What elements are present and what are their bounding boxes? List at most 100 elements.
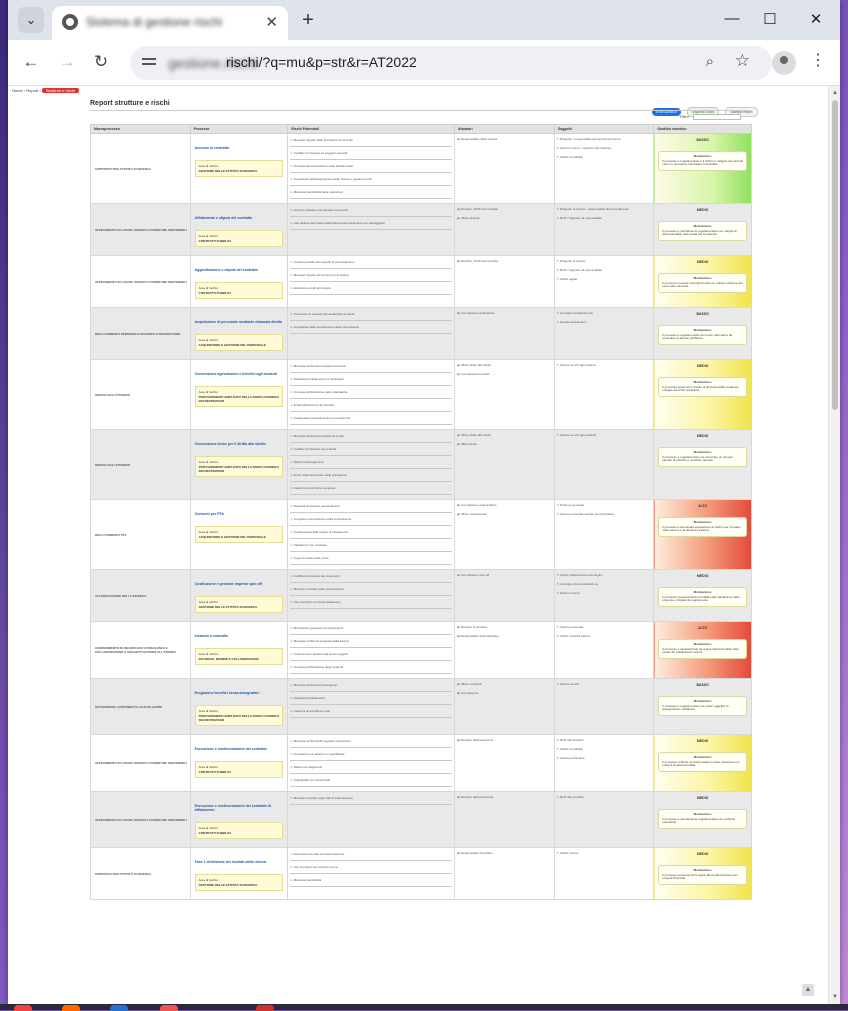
minimize-icon[interactable]: — <box>722 10 742 27</box>
cell-soggetti: Dirigente di settoreRUP / Supporto al re… <box>553 255 655 308</box>
filter-label: Filtro <box>680 114 689 120</box>
site-settings-icon[interactable] <box>142 55 158 71</box>
motivation-text: Il processo presenta un livello di discr… <box>662 384 740 393</box>
risk-item: Subappalto non autorizzato <box>290 776 453 787</box>
process-link[interactable]: Accesso al contratto <box>195 146 286 150</box>
table-row: RECLUTAMENTO PTA Concorsi per PTA Area di … <box>90 499 752 570</box>
risk-level-badge: MEDIO <box>696 739 709 743</box>
subject-item: Settore patrimonio <box>557 755 652 764</box>
cell-rischi: Motivazione generica sui presupposti Manc… <box>287 621 456 679</box>
risk-item: Uso improprio dei fondi di ricerca <box>290 863 453 874</box>
motivation-box: Motivazione: Il processo presenta rischi … <box>658 865 747 885</box>
menu-kebab-icon[interactable]: ⋮ <box>810 50 826 70</box>
process-link[interactable]: Aggiudicazione e stipula del contratto <box>195 268 286 272</box>
risk-item: Previsione di requisiti personalizzati n… <box>290 310 453 321</box>
process-link[interactable]: Esecuzione e rendicontazione del contrat… <box>195 804 286 812</box>
actor-item: Responsabile amministrativo <box>457 633 552 642</box>
cell-soggetti: Settore servizi agli studenti <box>553 359 655 430</box>
zoom-icon[interactable]: ⌕ <box>706 53 714 70</box>
back-arrow-icon[interactable]: ← <box>20 52 42 72</box>
risk-area-box: Area di rischio: PROVVEDIMENTI AMPLIATIVI… <box>194 705 284 726</box>
col-processo[interactable]: Processo <box>189 124 289 134</box>
cell-attuatori: Direttore di strutturaResponsabile ammin… <box>454 621 555 679</box>
cell-macroprocesso: SOVVENZIONI, CONTRIBUTI E AGEVOLAZIONI <box>90 678 191 735</box>
col-giudizio[interactable]: Giudizio sintetico <box>653 124 752 134</box>
process-link[interactable]: Incarichi a contratto <box>195 634 286 638</box>
subject-item: Ufficio legale <box>557 276 652 285</box>
process-link[interactable]: Concorsi per PTA <box>195 512 286 516</box>
scroll-up-icon[interactable]: ▲ <box>832 90 838 96</box>
motivation-text: Il processo presenta discrezionalità nel… <box>662 594 740 603</box>
subject-item: Consiglio di amministrazione <box>557 581 652 590</box>
col-soggetti[interactable]: Soggetti <box>553 124 655 134</box>
risk-item: Accordo collusivo tra operatori economic… <box>290 206 453 217</box>
scroll-down-icon[interactable]: ▼ <box>832 994 838 1000</box>
cell-soggetti: RUP del contrattoUfficio contabilitàSett… <box>553 734 655 792</box>
risk-item: Irregolare composizione della commission… <box>290 515 453 526</box>
vertical-scrollbar[interactable]: ▲ ▼ <box>828 86 840 1004</box>
risk-item: Disparità di trattamento tra richiedenti <box>290 375 453 386</box>
maximize-icon[interactable]: ☐ <box>760 10 780 28</box>
table-row: SUPPORTO PER ATTIVITÀ DI RICERCA Fase 1 d… <box>90 847 752 900</box>
risk-item: Mancata tracciabilità delle operazioni <box>290 188 453 199</box>
risk-level-badge: BASSO <box>696 138 709 142</box>
taskbar-app-icon[interactable] <box>256 1005 274 1011</box>
scrollbar-thumb[interactable] <box>832 100 838 410</box>
taskbar-app-icon[interactable] <box>110 1005 128 1011</box>
process-link[interactable]: Affidamento e stipula del contratto <box>195 216 286 220</box>
browser-toolbar: ← → ↻ gestione.rischi rischi/?q=mu&p=str… <box>8 40 840 86</box>
actor-item: Ufficio borse <box>457 441 552 450</box>
url-path[interactable]: rischi/?q=mu&p=str&r=AT2022 <box>226 54 417 70</box>
profile-avatar[interactable] <box>772 51 796 75</box>
close-window-icon[interactable]: ✕ <box>806 10 826 28</box>
risk-area-label: Area di rischio: <box>198 765 219 769</box>
address-bar[interactable]: gestione.rischi rischi/?q=mu&p=str&r=AT2… <box>130 46 772 80</box>
process-link[interactable]: Concessione borse per il diritto allo st… <box>195 442 286 446</box>
risk-item: Verifica parziale dei requisiti di parte… <box>290 258 453 269</box>
col-attuatori[interactable]: Attuatori <box>454 124 555 134</box>
risk-area-value: PROVVEDIMENTI AMPLIATIVI DELLA SFERA GIU… <box>198 395 279 403</box>
motivation-box: Motivazione: Il processo è regolamentato … <box>658 696 747 716</box>
subject-item: Settore servizi agli studenti <box>557 362 652 371</box>
risk-item: Irregolarità nella composizione delle co… <box>290 323 453 334</box>
taskbar-app-icon[interactable] <box>62 1005 80 1011</box>
back-to-top-icon[interactable]: ▲ <box>802 984 814 996</box>
risk-item: Ammissione di varianti non giustificate <box>290 750 453 761</box>
process-link[interactable]: Costituzione e gestione imprese spin off <box>195 582 286 586</box>
cell-rischi: Mancato controllo sugli stati di avanzam… <box>287 791 456 848</box>
cell-macroprocesso: CONFERIMENTO DI INCARICHI DI CONSULENZA … <box>90 621 191 679</box>
browser-tab[interactable]: Sistema di gestione rischi ✕ <box>52 6 288 40</box>
subject-item: Ufficio contabilità <box>557 746 652 755</box>
process-link[interactable]: Concessione agevolazioni e benefici agli… <box>195 372 286 376</box>
risk-item: Ritardi nei pagamenti <box>290 763 453 774</box>
forward-arrow-icon[interactable]: → <box>56 52 78 72</box>
process-link[interactable]: Esecuzione e rendicontazione del contrat… <box>195 747 286 751</box>
col-rischi[interactable]: Rischi Potenziali <box>287 124 456 134</box>
subject-item: RUP del contratto <box>557 737 652 746</box>
tab-close-icon[interactable]: ✕ <box>265 13 278 31</box>
process-link[interactable]: Erogazione benefici senza assegnatari <box>195 691 286 695</box>
motivation-text: Il processo è regolamentato da norme naz… <box>662 332 733 341</box>
page-title: Report strutture e rischi <box>90 100 170 107</box>
process-link[interactable]: Fase 1 definizione dei risultati della r… <box>195 860 286 864</box>
actor-item: Direttore / RUP del contratto <box>457 258 552 267</box>
cell-macroprocesso: AFFIDAMENTO DI LAVORI, SERVIZI E FORNITU… <box>90 791 191 848</box>
tab-search-button[interactable]: ⌄ <box>18 7 44 33</box>
risk-item: Irregolarità nell'assegnazione delle ris… <box>290 175 453 186</box>
breadcrumb-report[interactable]: Report <box>26 88 38 93</box>
table-row: SERVIZI AGLI STUDENTI Concessione agevola… <box>90 359 752 430</box>
process-link[interactable]: Acquisizione di personale mediante chiam… <box>195 320 286 324</box>
new-tab-button[interactable]: + <box>296 9 320 33</box>
reload-icon[interactable]: ↻ <box>90 52 112 72</box>
risk-area-value: CONTRATTI PUBBLICI <box>198 770 231 774</box>
risk-level-badge: MEDIO <box>696 208 709 212</box>
bookmark-star-icon[interactable]: ☆ <box>735 51 750 71</box>
breadcrumb-home[interactable]: Home <box>12 88 23 93</box>
motivation-text: Il processo è regolamentato ma coinvolge… <box>662 454 734 463</box>
filter-input[interactable] <box>693 114 742 120</box>
col-macroprocesso[interactable]: Macroprocesso <box>90 124 191 134</box>
risk-item: Alterazione degli atti di gara <box>290 284 453 295</box>
taskbar-app-icon[interactable] <box>14 1005 32 1011</box>
taskbar-app-icon[interactable] <box>160 1005 178 1011</box>
cell-processo: Concessione agevolazioni e benefici agli… <box>189 359 289 430</box>
